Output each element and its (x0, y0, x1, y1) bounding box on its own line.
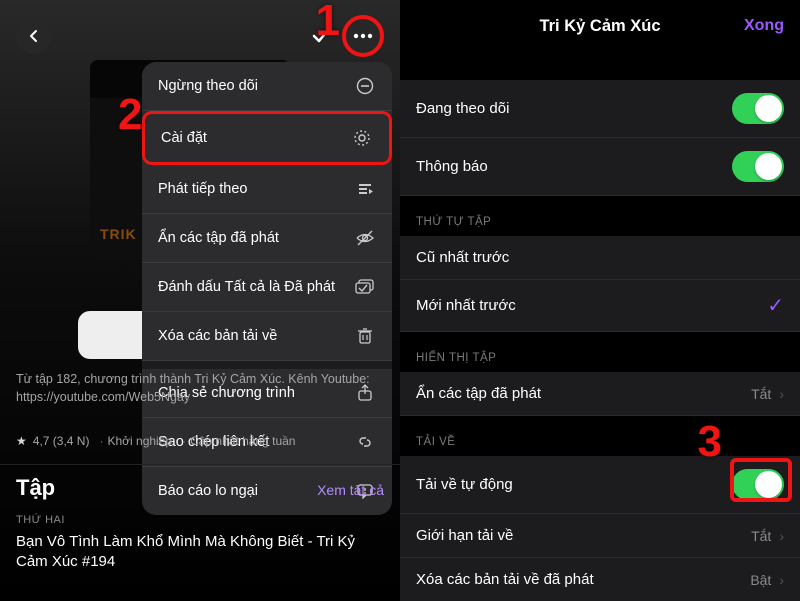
annotation-3: 3 (698, 417, 722, 467)
divider (0, 464, 400, 465)
episodes-section-header: Tập Xem tất cả (16, 475, 384, 501)
mark-played-icon (354, 276, 376, 298)
menu-item-play-next[interactable]: Phát tiếp theo (142, 165, 392, 214)
row-label: Đang theo dõi (416, 100, 509, 117)
link-icon (354, 431, 376, 453)
annotation-2: 2 (118, 90, 142, 140)
star-icon: ★ (16, 434, 27, 448)
row-notifications[interactable]: Thông báo (400, 138, 800, 196)
menu-label: Đánh dấu Tất cả là Đã phát (158, 279, 335, 295)
done-button[interactable]: Xong (744, 17, 784, 35)
gear-icon (351, 127, 373, 149)
group-episode-order: THỨ TỰ TẬP (400, 196, 800, 236)
menu-divider (142, 361, 392, 369)
show-meta: ★ 4,7 (3,4 N) Khởi nghiệp Cập nhật hằng … (16, 434, 295, 448)
right-header: Tri Kỷ Cảm Xúc Xong (400, 0, 800, 52)
row-label: Tải về tự động (416, 476, 513, 493)
row-label: Mới nhất trước (416, 297, 516, 314)
row-label: Cũ nhất trước (416, 249, 509, 266)
trash-icon (354, 325, 376, 347)
row-oldest-first[interactable]: Cũ nhất trước (400, 236, 800, 280)
annotation-1: 1 (316, 0, 340, 46)
menu-item-remove-downloads[interactable]: Xóa các bản tải về (142, 312, 392, 361)
episode-title[interactable]: Bạn Vô Tình Làm Khổ Mình Mà Không Biết -… (16, 532, 384, 573)
episode-weekday: THỨ HAI (16, 514, 65, 526)
more-button[interactable] (342, 15, 384, 57)
podcast-show-screen: 1 TRIK Ngừng theo dõi Cài đặt Phát tiếp … (0, 0, 400, 600)
see-all-link[interactable]: Xem tất cả (317, 482, 384, 498)
menu-item-hide-played[interactable]: Ẩn các tập đã phát (142, 214, 392, 263)
eye-slash-icon (354, 227, 376, 249)
group-download: TẢI VỀ (400, 416, 800, 456)
settings-list: Đang theo dõi Thông báo THỨ TỰ TẬP Cũ nh… (400, 52, 800, 601)
minus-circle-icon (354, 75, 376, 97)
menu-item-settings[interactable]: Cài đặt (142, 111, 392, 165)
notifications-toggle[interactable] (732, 151, 784, 182)
row-label: Ẩn các tập đã phát (416, 385, 541, 402)
menu-item-mark-all-played[interactable]: Đánh dấu Tất cả là Đã phát (142, 263, 392, 312)
row-label: Xóa các bản tải về đã phát (416, 571, 594, 588)
menu-label: Ẩn các tập đã phát (158, 230, 279, 246)
rating-text: 4,7 (3,4 N) (33, 434, 90, 448)
following-toggle[interactable] (732, 93, 784, 124)
row-following[interactable]: Đang theo dõi (400, 80, 800, 138)
chevron-left-icon (27, 29, 41, 43)
artwork-logo-text: TRIK (100, 226, 137, 242)
ellipsis-icon (352, 33, 374, 39)
menu-label: Xóa các bản tải về (158, 328, 277, 344)
row-hide-played[interactable]: Ẩn các tập đã phát Tắt› (400, 372, 800, 416)
row-download-limit[interactable]: Giới hạn tải về Tắt› (400, 514, 800, 558)
play-next-icon (354, 178, 376, 200)
back-button[interactable] (16, 18, 52, 54)
show-settings-screen: Tri Kỷ Cảm Xúc Xong Đang theo dõi Thông … (400, 0, 800, 600)
chevron-right-icon: › (779, 386, 784, 402)
row-label: Thông báo (416, 158, 488, 175)
update-frequency: Cập nhật hằng tuần (178, 434, 295, 448)
menu-item-unfollow[interactable]: Ngừng theo dõi (142, 62, 392, 111)
row-label: Giới hạn tải về (416, 527, 513, 544)
chevron-right-icon: › (779, 572, 784, 588)
chevron-right-icon: › (779, 528, 784, 544)
menu-label: Ngừng theo dõi (158, 78, 258, 94)
page-title: Tri Kỷ Cảm Xúc (539, 17, 660, 36)
category-text: Khởi nghiệp (95, 434, 172, 448)
section-title: Tập (16, 475, 55, 501)
highlight-box-3 (730, 458, 792, 502)
youtube-link[interactable]: https://youtube.com/Web5Ngay (16, 390, 190, 404)
menu-label: Cài đặt (161, 130, 207, 146)
row-delete-played-downloads[interactable]: Xóa các bản tải về đã phát Bật› (400, 558, 800, 601)
checkmark-icon: ✓ (767, 293, 784, 318)
row-auto-download[interactable]: Tải về tự động (400, 456, 800, 514)
show-description: Từ tập 182, chương trình thành Tri Kỷ Cả… (16, 370, 384, 406)
group-display: HIỂN THỊ TẬP (400, 332, 800, 372)
row-newest-first[interactable]: Mới nhất trước ✓ (400, 280, 800, 332)
menu-label: Phát tiếp theo (158, 181, 248, 197)
